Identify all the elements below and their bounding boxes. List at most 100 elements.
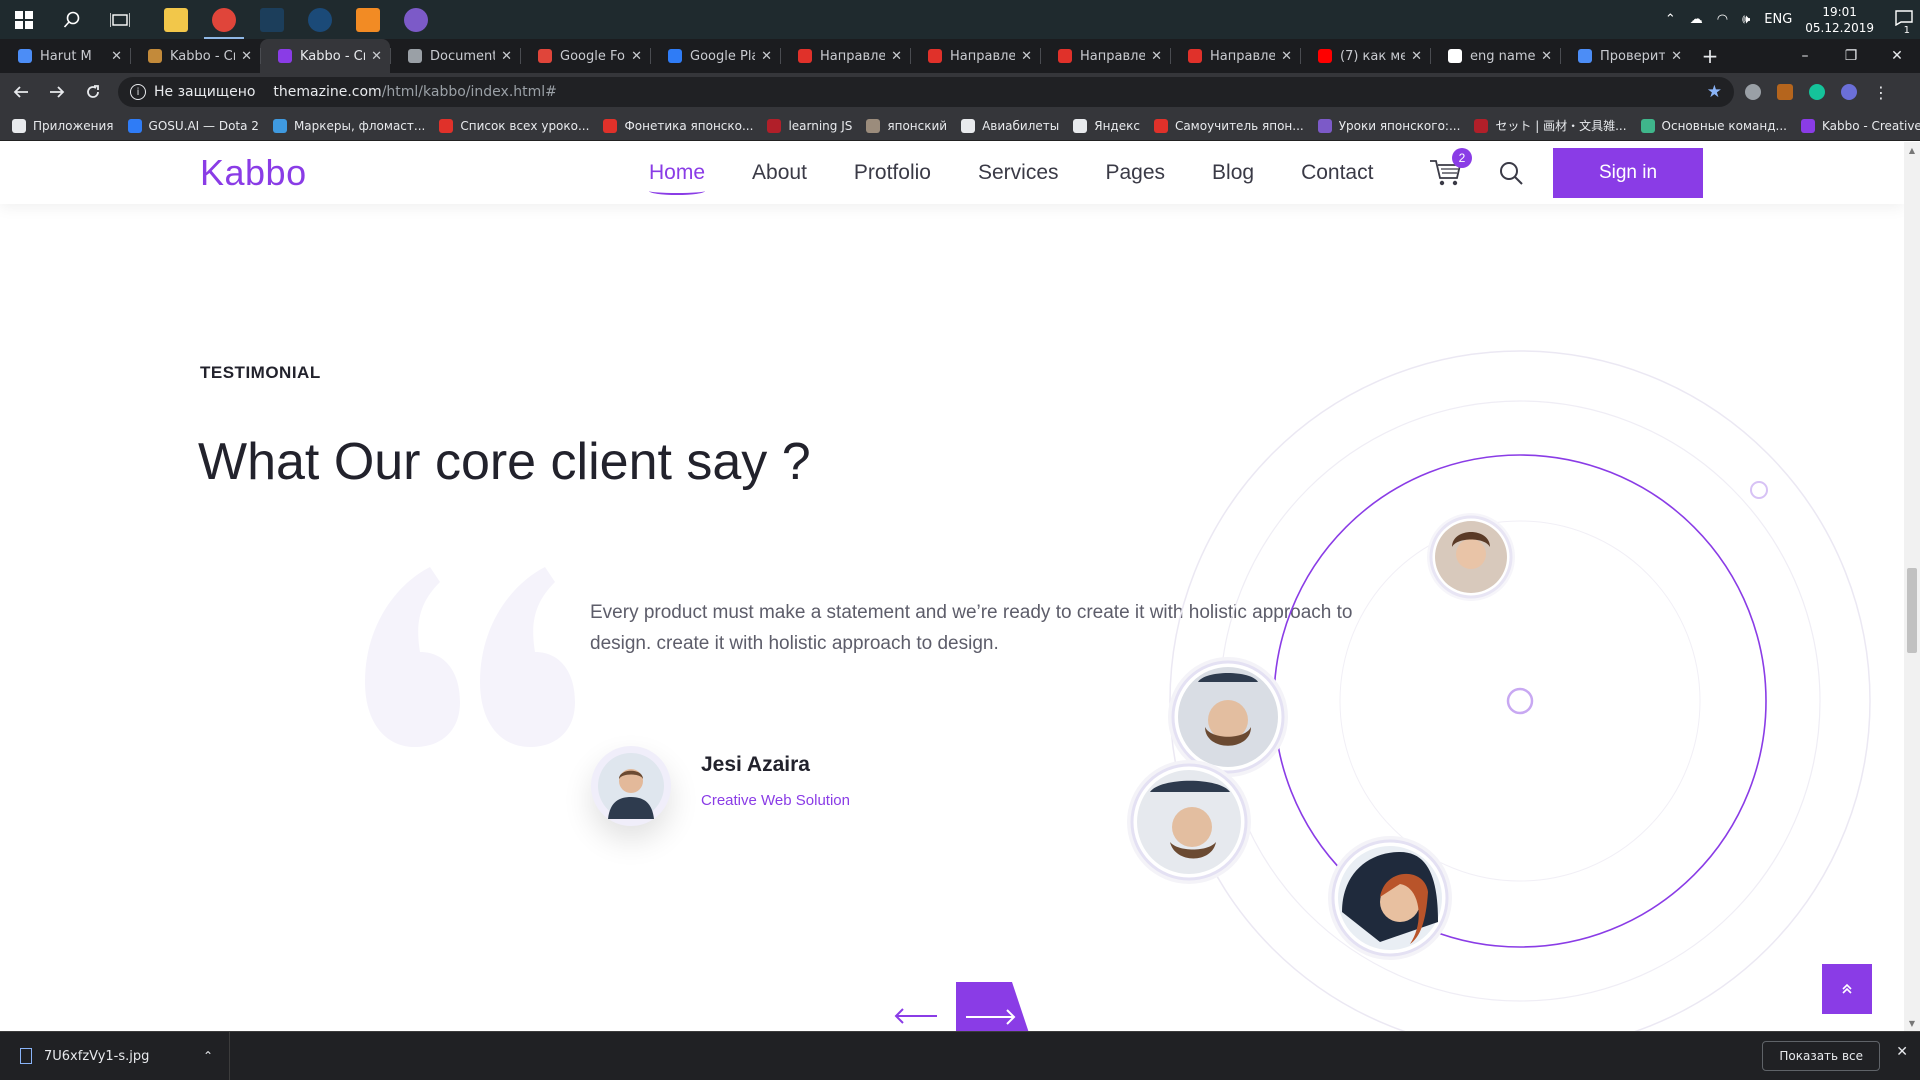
bookmark-item[interactable]: японский xyxy=(866,118,947,133)
sublime-text-icon xyxy=(356,7,380,32)
windows-start-icon[interactable] xyxy=(0,0,48,39)
bookmark-item[interactable]: Kabbo - Creative Di... xyxy=(1800,118,1920,133)
bookmark-item[interactable]: GOSU.AI — Dota 2 xyxy=(127,118,259,133)
profile-avatar[interactable] xyxy=(1836,77,1862,107)
tab-title: Направления xyxy=(950,48,1016,64)
browser-tab[interactable]: Направления ✕ xyxy=(910,39,1040,73)
bookmark-item[interactable]: Уроки японского:... xyxy=(1317,118,1460,133)
browser-tab[interactable]: Kabbo - Creative ✕ xyxy=(130,39,260,73)
tab-close-icon[interactable]: ✕ xyxy=(1541,49,1552,64)
browser-tab[interactable]: Harut M ✕ xyxy=(0,39,130,73)
prev-arrow-button[interactable] xyxy=(893,1006,939,1026)
bookmark-item[interactable]: Самоучитель япон... xyxy=(1153,118,1304,133)
tab-close-icon[interactable]: ✕ xyxy=(371,49,382,64)
search-icon[interactable] xyxy=(48,0,96,39)
nav-item-home[interactable]: Home xyxy=(649,161,706,195)
client-avatar-4[interactable] xyxy=(1328,836,1452,960)
sign-in-button[interactable]: Sign in xyxy=(1553,148,1703,198)
nav-item-services[interactable]: Services xyxy=(978,161,1059,185)
client-avatar-1[interactable] xyxy=(1427,513,1515,601)
scroll-to-top-button[interactable] xyxy=(1822,964,1872,1014)
bookmark-item[interactable]: Фонетика японско... xyxy=(603,118,753,133)
nav-item-pages[interactable]: Pages xyxy=(1106,161,1166,185)
tab-close-icon[interactable]: ✕ xyxy=(1021,49,1032,64)
tab-close-icon[interactable]: ✕ xyxy=(1671,49,1682,64)
browser-tab[interactable]: Направления ✕ xyxy=(780,39,910,73)
download-item[interactable]: 7U6xfzVy1-s.jpg ⌃ xyxy=(0,1031,230,1080)
tab-close-icon[interactable]: ✕ xyxy=(1151,49,1162,64)
chevron-up-icon[interactable]: ⌃ xyxy=(203,1049,213,1063)
browser-tab[interactable]: Google Fonts ✕ xyxy=(520,39,650,73)
info-icon[interactable]: i xyxy=(130,84,146,100)
minimize-button[interactable]: – xyxy=(1782,39,1828,73)
cloud-icon[interactable]: ☁ xyxy=(1690,12,1703,27)
viber-taskbar-icon[interactable] xyxy=(392,0,440,39)
client-avatar-2[interactable] xyxy=(1168,657,1288,777)
back-button[interactable] xyxy=(6,77,36,107)
volume-icon[interactable]: 🕪 xyxy=(1742,12,1750,27)
scroll-down-arrow-icon[interactable]: ▼ xyxy=(1904,1015,1920,1031)
tab-close-icon[interactable]: ✕ xyxy=(891,49,902,64)
bookmark-item[interactable]: learning JS xyxy=(767,118,852,133)
tab-close-icon[interactable]: ✕ xyxy=(111,49,122,64)
close-icon[interactable]: ✕ xyxy=(1896,1044,1908,1060)
scroll-up-arrow-icon[interactable]: ▲ xyxy=(1904,142,1920,158)
tab-close-icon[interactable]: ✕ xyxy=(631,49,642,64)
wifi-icon[interactable]: ◠ xyxy=(1717,12,1728,27)
browser-tab[interactable]: eng names ✕ xyxy=(1430,39,1560,73)
steam-taskbar-icon[interactable] xyxy=(296,0,344,39)
extension-globe-icon[interactable] xyxy=(1740,77,1766,107)
restore-button[interactable]: ❐ xyxy=(1828,39,1874,73)
language-indicator[interactable]: ENG xyxy=(1764,12,1792,27)
address-bar[interactable]: i Не защищено themazine.com/html/kabbo/i… xyxy=(118,77,1734,107)
reload-button[interactable] xyxy=(78,77,108,107)
browser-tab[interactable]: Google Play ✕ xyxy=(650,39,780,73)
chevron-up-icon[interactable]: ⌃ xyxy=(1665,12,1676,27)
tab-close-icon[interactable]: ✕ xyxy=(501,49,512,64)
task-view-icon[interactable] xyxy=(96,0,144,39)
chrome-taskbar-icon[interactable] xyxy=(200,0,248,39)
browser-tab[interactable]: (7) как менять ✕ xyxy=(1300,39,1430,73)
bookmark-item[interactable]: セット | 画材・文具雑... xyxy=(1474,117,1627,134)
tab-close-icon[interactable]: ✕ xyxy=(1281,49,1292,64)
security-label[interactable]: Не защищено xyxy=(154,84,255,100)
page-scrollbar[interactable]: ▲ ▼ xyxy=(1904,142,1920,1031)
browser-tab[interactable]: Document ✕ xyxy=(390,39,520,73)
bookmark-item[interactable]: Основные команд... xyxy=(1640,118,1787,133)
bookmark-item[interactable]: Список всех уроко... xyxy=(439,118,589,133)
notifications-icon[interactable]: 1 xyxy=(1895,9,1913,36)
browser-tab[interactable]: Kabbo - Creative ✕ xyxy=(260,39,390,73)
bookmark-item[interactable]: Приложения xyxy=(12,118,114,133)
new-tab-button[interactable]: + xyxy=(1690,39,1730,73)
sublime-text-taskbar-icon[interactable] xyxy=(344,0,392,39)
close-window-button[interactable]: ✕ xyxy=(1874,39,1920,73)
next-arrow-button[interactable] xyxy=(956,982,1032,1031)
tab-close-icon[interactable]: ✕ xyxy=(241,49,252,64)
bookmark-item[interactable]: Авиабилеты xyxy=(961,118,1059,133)
tab-close-icon[interactable]: ✕ xyxy=(761,49,772,64)
photoshop-taskbar-icon[interactable] xyxy=(248,0,296,39)
bookmark-item[interactable]: Маркеры, фломаст... xyxy=(272,118,425,133)
grammarly-icon[interactable] xyxy=(1804,77,1830,107)
browser-tab[interactable]: Проверить ✕ xyxy=(1560,39,1690,73)
browser-tab[interactable]: Направления ✕ xyxy=(1170,39,1300,73)
scrollbar-thumb[interactable] xyxy=(1907,568,1917,653)
bookmark-star-icon[interactable]: ★ xyxy=(1707,82,1722,102)
forward-button[interactable] xyxy=(42,77,72,107)
file-explorer-taskbar-icon[interactable] xyxy=(152,0,200,39)
tab-close-icon[interactable]: ✕ xyxy=(1411,49,1422,64)
site-logo[interactable]: Kabbo xyxy=(200,152,307,194)
nav-item-contact[interactable]: Contact xyxy=(1301,161,1373,185)
menu-kebab-icon[interactable]: ⋮ xyxy=(1868,77,1894,107)
extension-icon[interactable] xyxy=(1772,77,1798,107)
show-all-downloads-button[interactable]: Показать все xyxy=(1762,1041,1880,1071)
bookmark-item[interactable]: Яндекс xyxy=(1073,118,1140,133)
window-controls: – ❐ ✕ xyxy=(1782,39,1920,73)
clock[interactable]: 19:01 05.12.2019 xyxy=(1805,4,1874,36)
nav-item-about[interactable]: About xyxy=(752,161,807,185)
client-avatar-3[interactable] xyxy=(1127,760,1251,884)
search-icon[interactable] xyxy=(1498,160,1524,186)
browser-tab[interactable]: Направления ✕ xyxy=(1040,39,1170,73)
nav-item-protfolio[interactable]: Protfolio xyxy=(854,161,931,185)
nav-item-blog[interactable]: Blog xyxy=(1212,161,1254,185)
